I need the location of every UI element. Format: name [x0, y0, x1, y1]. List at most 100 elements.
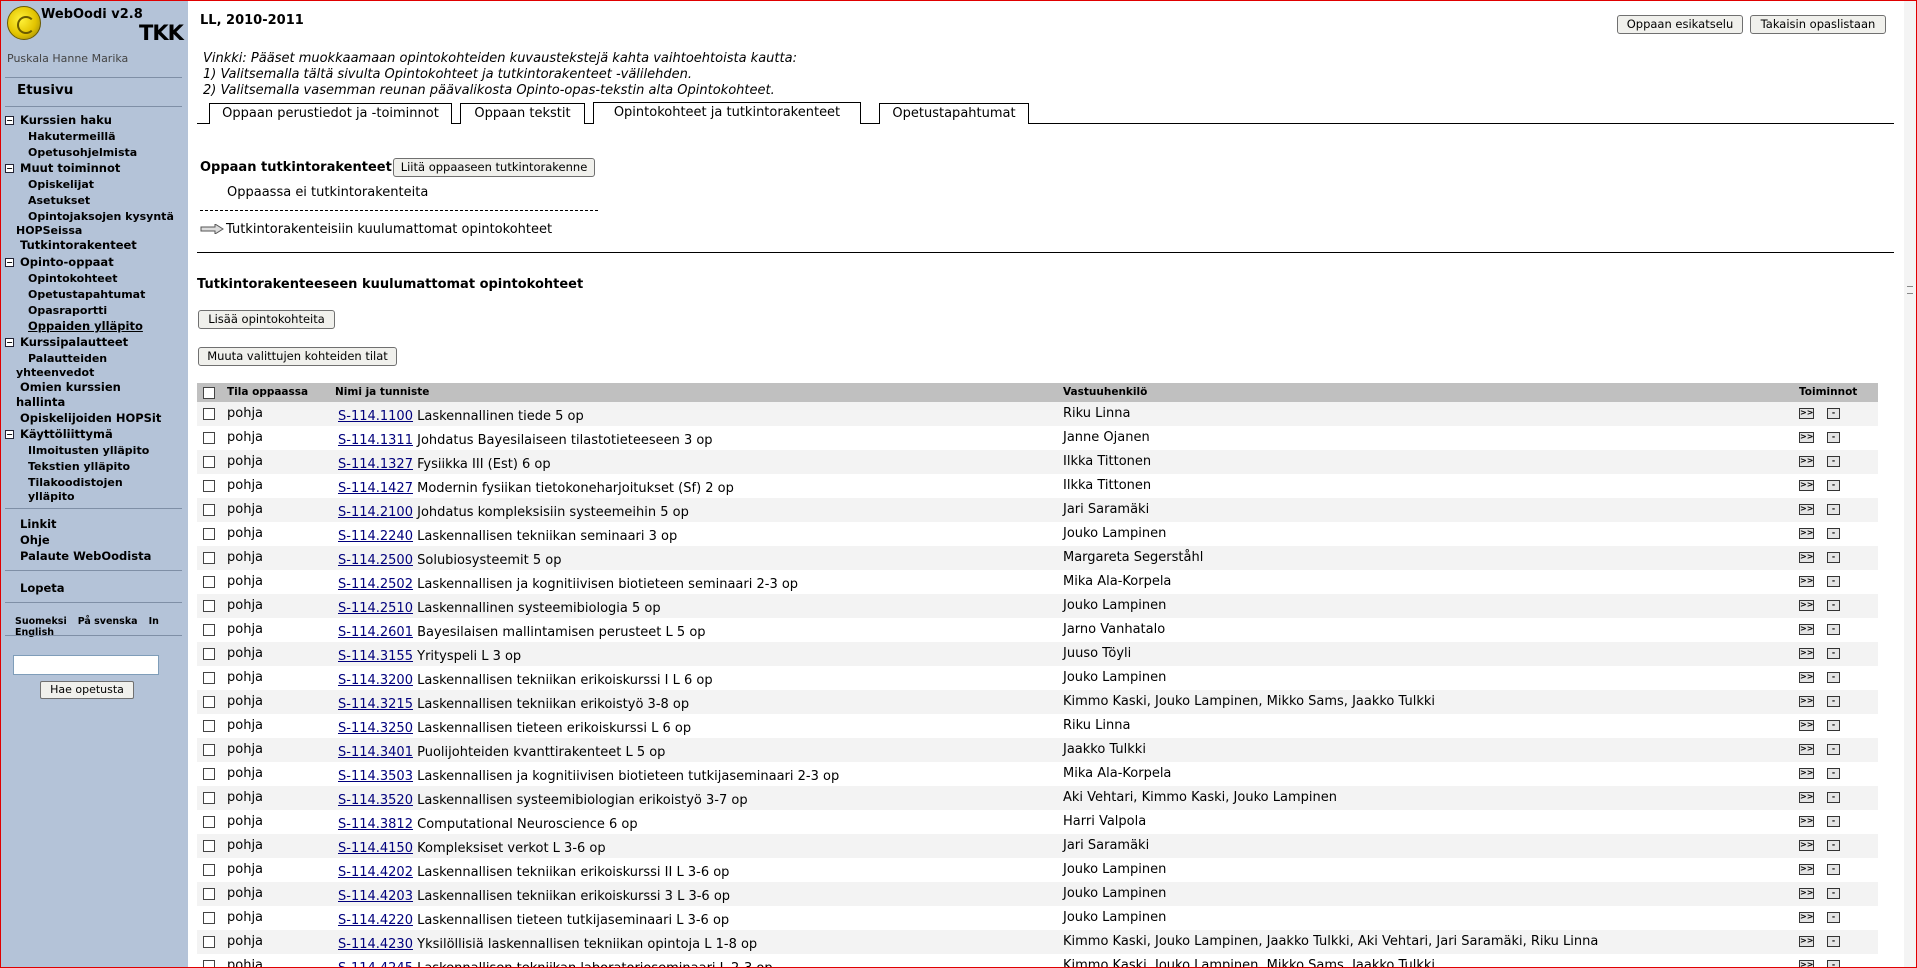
row-checkbox[interactable]: [203, 888, 215, 900]
course-code-link[interactable]: S-114.4230: [338, 937, 413, 952]
nav-settings[interactable]: Asetukset: [28, 194, 90, 207]
tab-basic-info[interactable]: Oppaan perustiedot ja -toiminnot: [209, 103, 452, 124]
attach-structure-button[interactable]: Liitä oppaaseen tutkintorakenne: [393, 158, 595, 177]
nav-own-courses[interactable]: Omien kurssien: [20, 380, 121, 394]
remove-icon[interactable]: -: [1827, 432, 1840, 443]
remove-icon[interactable]: -: [1827, 600, 1840, 611]
row-checkbox[interactable]: [203, 720, 215, 732]
row-checkbox[interactable]: [203, 648, 215, 660]
tab-guide-texts[interactable]: Oppaan tekstit: [460, 103, 585, 124]
nav-logout[interactable]: Lopeta: [20, 581, 65, 595]
nav-other-functions[interactable]: Muut toiminnot: [20, 161, 120, 175]
course-code-link[interactable]: S-114.2502: [338, 577, 413, 592]
row-checkbox[interactable]: [203, 528, 215, 540]
open-icon[interactable]: >>: [1799, 528, 1814, 539]
course-code-link[interactable]: S-114.3812: [338, 817, 413, 832]
remove-icon[interactable]: -: [1827, 504, 1840, 515]
collapse-icon[interactable]: −: [5, 116, 14, 125]
nav-student-hops[interactable]: Opiskelijoiden HOPSit: [20, 411, 161, 425]
nav-feedback-summaries[interactable]: Palautteiden: [28, 352, 107, 365]
nav-study-objects[interactable]: Opintokohteet: [28, 272, 118, 285]
nav-course-search[interactable]: Kurssien haku: [20, 113, 112, 127]
remove-icon[interactable]: -: [1827, 528, 1840, 539]
remove-icon[interactable]: -: [1827, 888, 1840, 899]
collapse-icon[interactable]: −: [5, 338, 14, 347]
lang-finnish[interactable]: Suomeksi: [15, 616, 67, 627]
course-code-link[interactable]: S-114.2601: [338, 625, 413, 640]
nav-ui[interactable]: Käyttöliittymä: [20, 427, 113, 441]
remove-icon[interactable]: -: [1827, 816, 1840, 827]
row-checkbox[interactable]: [203, 696, 215, 708]
row-checkbox[interactable]: [203, 672, 215, 684]
nav-course-requests[interactable]: Opintojaksojen kysyntä: [28, 210, 174, 223]
open-icon[interactable]: >>: [1799, 648, 1814, 659]
nav-guide-report[interactable]: Opasraportti: [28, 304, 107, 317]
remove-icon[interactable]: -: [1827, 408, 1840, 419]
nav-guide-maintenance[interactable]: Oppaiden ylläpito: [28, 319, 143, 333]
row-checkbox[interactable]: [203, 432, 215, 444]
remove-icon[interactable]: -: [1827, 480, 1840, 491]
row-checkbox[interactable]: [203, 936, 215, 948]
open-icon[interactable]: >>: [1799, 480, 1814, 491]
nav-own-courses-2[interactable]: hallinta: [16, 395, 65, 409]
row-checkbox[interactable]: [203, 912, 215, 924]
jump-link[interactable]: Tutkintorakenteisiin kuulumattomat opint…: [226, 222, 552, 237]
course-code-link[interactable]: S-114.2100: [338, 505, 413, 520]
course-code-link[interactable]: S-114.3520: [338, 793, 413, 808]
open-icon[interactable]: >>: [1799, 504, 1814, 515]
row-checkbox[interactable]: [203, 744, 215, 756]
remove-icon[interactable]: -: [1827, 768, 1840, 779]
remove-icon[interactable]: -: [1827, 672, 1840, 683]
open-icon[interactable]: >>: [1799, 768, 1814, 779]
lang-swedish[interactable]: På svenska: [78, 616, 138, 627]
row-checkbox[interactable]: [203, 792, 215, 804]
vertical-scrollbar[interactable]: [1904, 1, 1916, 967]
open-icon[interactable]: >>: [1799, 696, 1814, 707]
open-icon[interactable]: >>: [1799, 960, 1814, 967]
open-icon[interactable]: >>: [1799, 840, 1814, 851]
open-icon[interactable]: >>: [1799, 792, 1814, 803]
remove-icon[interactable]: -: [1827, 912, 1840, 923]
row-checkbox[interactable]: [203, 552, 215, 564]
course-code-link[interactable]: S-114.3503: [338, 769, 413, 784]
open-icon[interactable]: >>: [1799, 816, 1814, 827]
row-checkbox[interactable]: [203, 480, 215, 492]
nav-links[interactable]: Linkit: [20, 517, 57, 531]
tab-teaching-events[interactable]: Opetustapahtumat: [879, 103, 1029, 124]
back-to-list-button[interactable]: Takaisin opaslistaan: [1750, 15, 1886, 34]
open-icon[interactable]: >>: [1799, 576, 1814, 587]
course-code-link[interactable]: S-114.4203: [338, 889, 413, 904]
nav-feedback-summaries-2[interactable]: yhteenvedot: [16, 366, 94, 379]
open-icon[interactable]: >>: [1799, 912, 1814, 923]
row-checkbox[interactable]: [203, 408, 215, 420]
course-code-link[interactable]: S-114.1311: [338, 433, 413, 448]
course-code-link[interactable]: S-114.4220: [338, 913, 413, 928]
search-button[interactable]: Hae opetusta: [40, 681, 134, 699]
open-icon[interactable]: >>: [1799, 552, 1814, 563]
open-icon[interactable]: >>: [1799, 936, 1814, 947]
nav-study-guides[interactable]: Opinto-oppaat: [20, 255, 114, 269]
course-code-link[interactable]: S-114.2510: [338, 601, 413, 616]
preview-button[interactable]: Oppaan esikatselu: [1617, 15, 1743, 34]
nav-degree-structures[interactable]: Tutkintorakenteet: [20, 238, 137, 252]
course-code-link[interactable]: S-114.4245: [338, 961, 413, 967]
remove-icon[interactable]: -: [1827, 792, 1840, 803]
remove-icon[interactable]: -: [1827, 552, 1840, 563]
row-checkbox[interactable]: [203, 768, 215, 780]
row-checkbox[interactable]: [203, 960, 215, 967]
remove-icon[interactable]: -: [1827, 696, 1840, 707]
nav-room-codes[interactable]: Tilakoodistojen: [28, 476, 123, 489]
collapse-icon[interactable]: −: [5, 258, 14, 267]
course-code-link[interactable]: S-114.3200: [338, 673, 413, 688]
remove-icon[interactable]: -: [1827, 840, 1840, 851]
open-icon[interactable]: >>: [1799, 456, 1814, 467]
collapse-icon[interactable]: −: [5, 430, 14, 439]
tab-study-objects[interactable]: Opintokohteet ja tutkintorakenteet: [593, 102, 861, 124]
open-icon[interactable]: >>: [1799, 600, 1814, 611]
course-code-link[interactable]: S-114.3250: [338, 721, 413, 736]
search-input[interactable]: [13, 655, 159, 675]
remove-icon[interactable]: -: [1827, 864, 1840, 875]
remove-icon[interactable]: -: [1827, 576, 1840, 587]
course-code-link[interactable]: S-114.4150: [338, 841, 413, 856]
course-code-link[interactable]: S-114.1327: [338, 457, 413, 472]
